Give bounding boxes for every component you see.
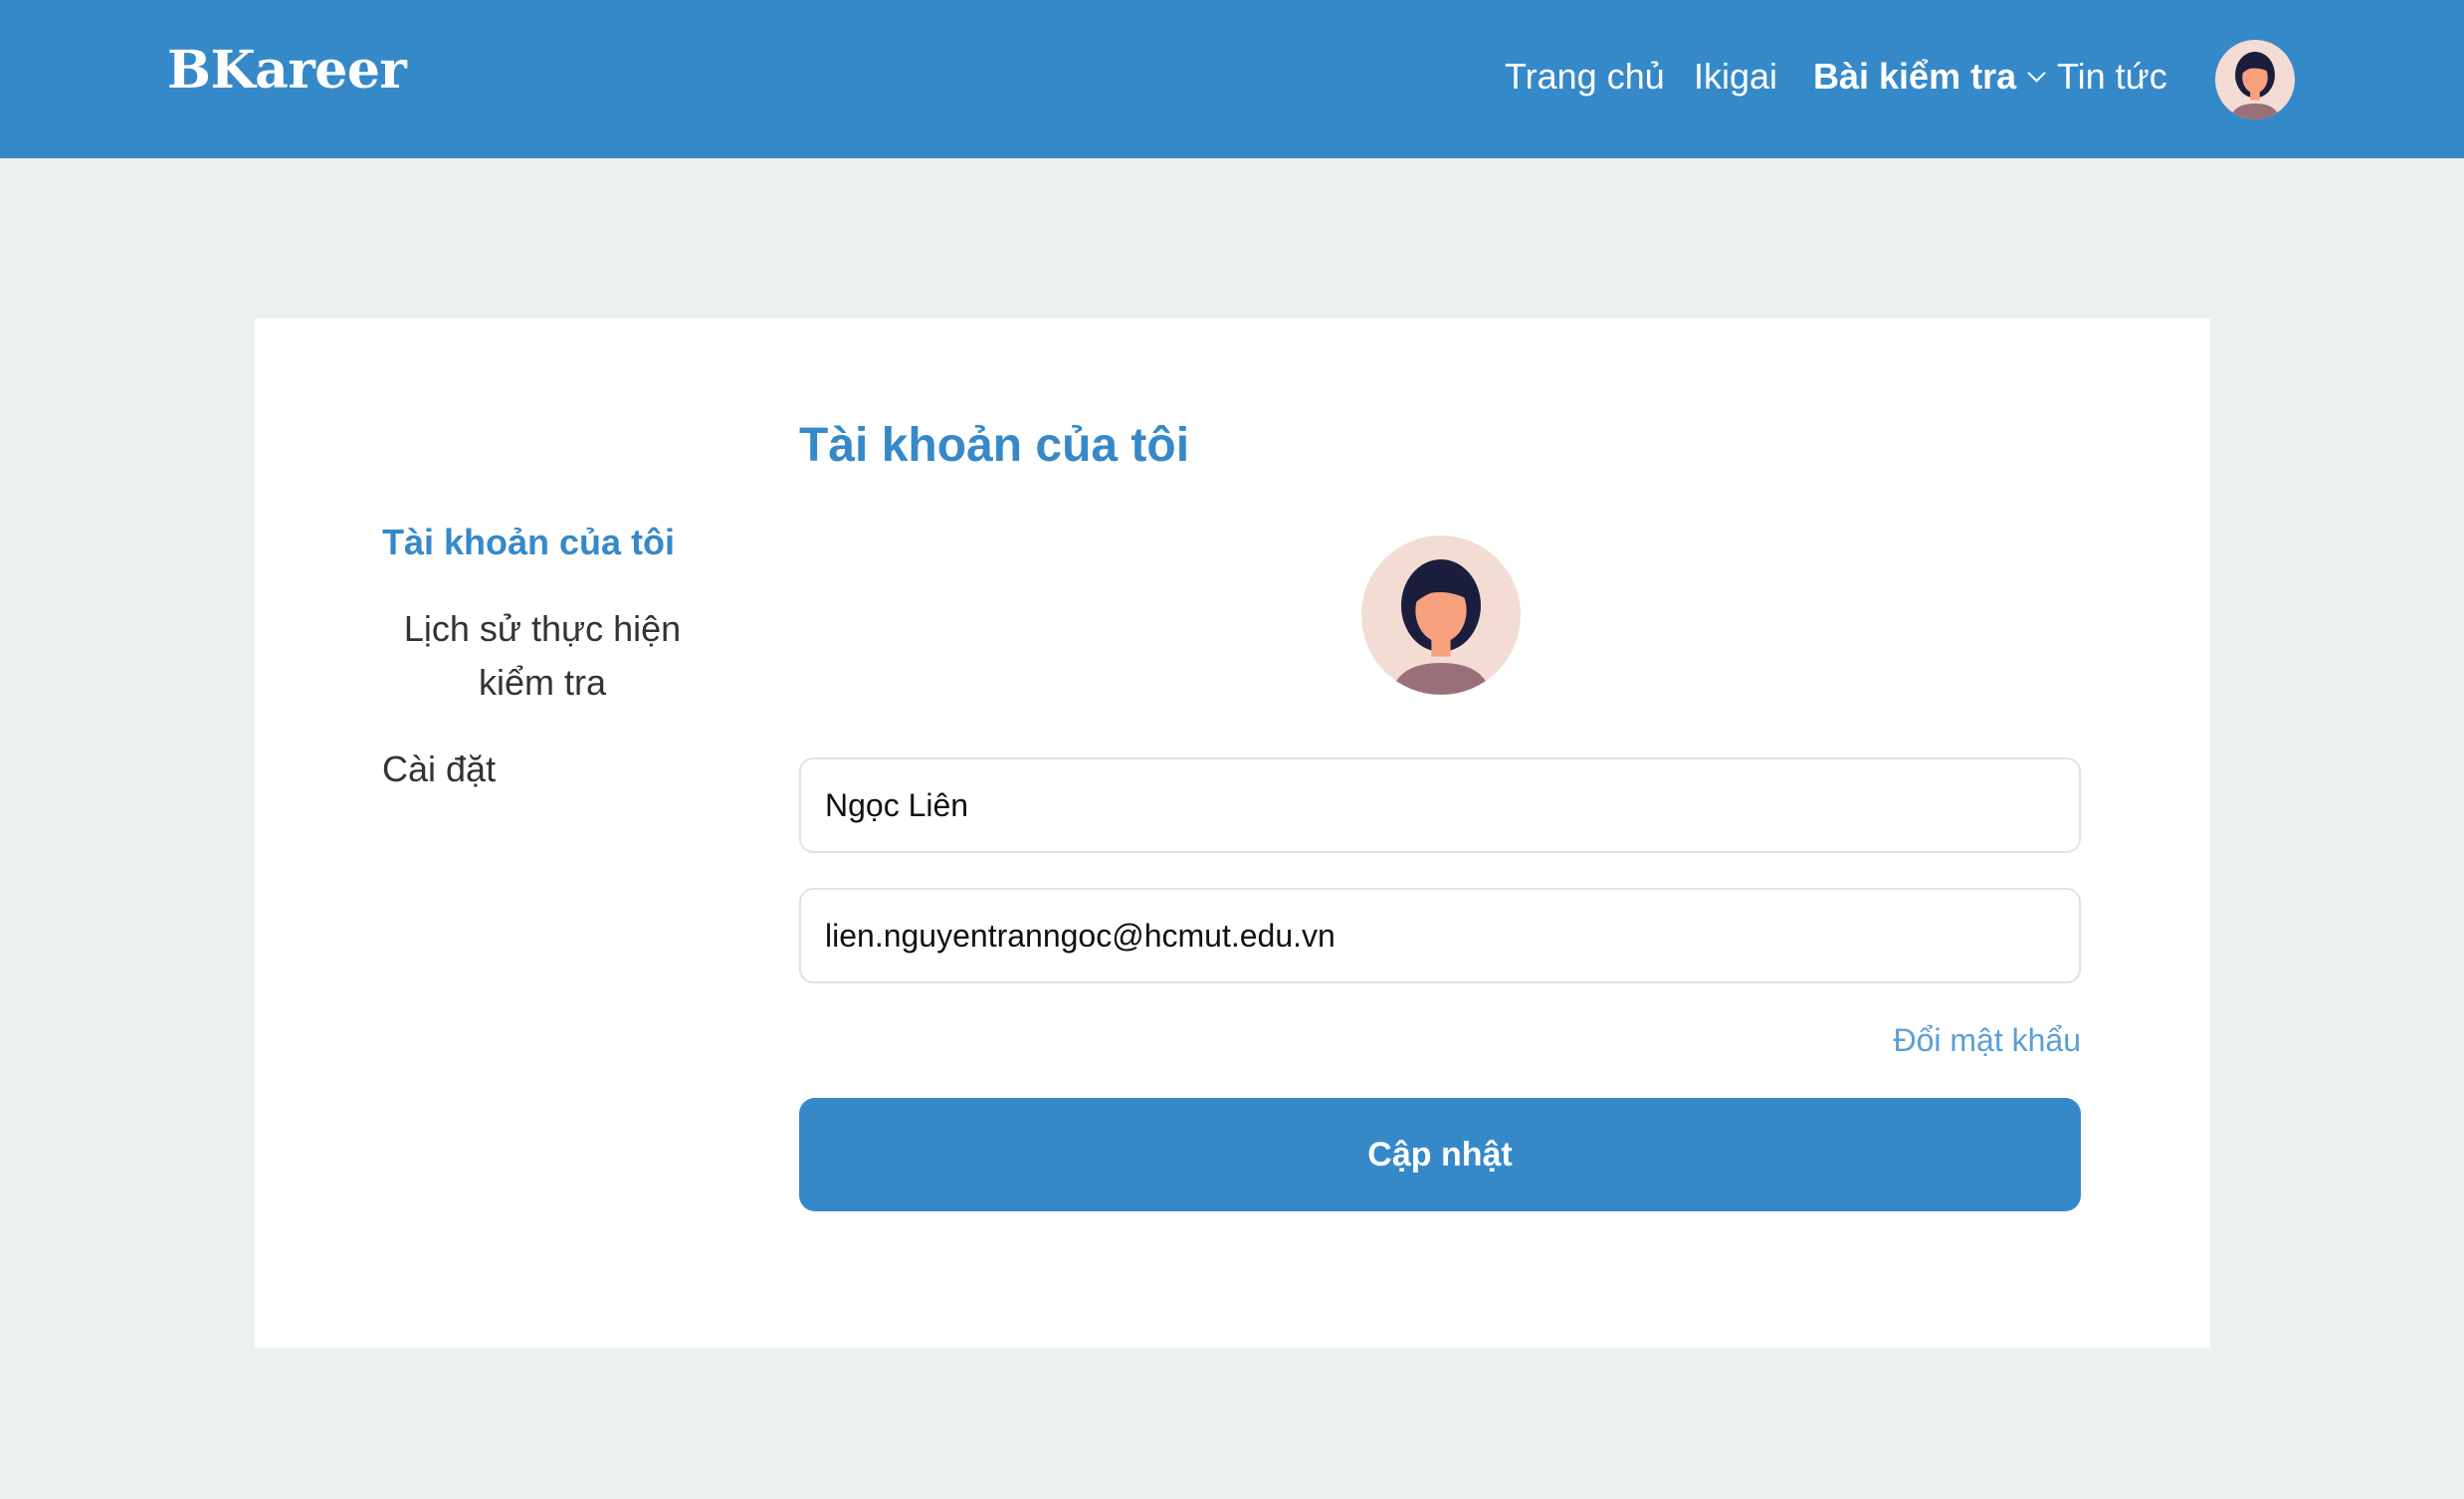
page-title: Tài khoản của tôi xyxy=(799,419,1190,472)
sidebar-item-test-history[interactable]: Lịch sử thực hiện kiểm tra xyxy=(378,602,707,710)
update-button[interactable]: Cập nhật xyxy=(799,1098,2081,1211)
sidebar-item-my-account[interactable]: Tài khoản của tôi xyxy=(382,522,675,563)
change-password-link[interactable]: Đổi mật khẩu xyxy=(1893,1022,2081,1059)
user-avatar-icon[interactable] xyxy=(2215,40,2295,119)
nav-tests[interactable]: Bài kiểm tra xyxy=(1813,56,2046,98)
profile-avatar-icon[interactable] xyxy=(1361,535,1521,695)
brand-logo[interactable]: BKareer xyxy=(167,40,407,101)
chevron-down-icon xyxy=(2027,64,2046,83)
nav-home[interactable]: Trang chủ xyxy=(1505,56,1665,98)
top-navbar: BKareer Trang chủ Ikigai Bài kiểm tra Ti… xyxy=(0,0,2464,158)
sidebar-item-settings[interactable]: Cài đặt xyxy=(382,749,496,790)
nav-news[interactable]: Tin tức xyxy=(2057,56,2167,98)
nav-ikigai[interactable]: Ikigai xyxy=(1694,56,1777,98)
email-field[interactable] xyxy=(799,888,2081,983)
name-field[interactable] xyxy=(799,757,2081,853)
nav-tests-label: Bài kiểm tra xyxy=(1813,56,2017,97)
